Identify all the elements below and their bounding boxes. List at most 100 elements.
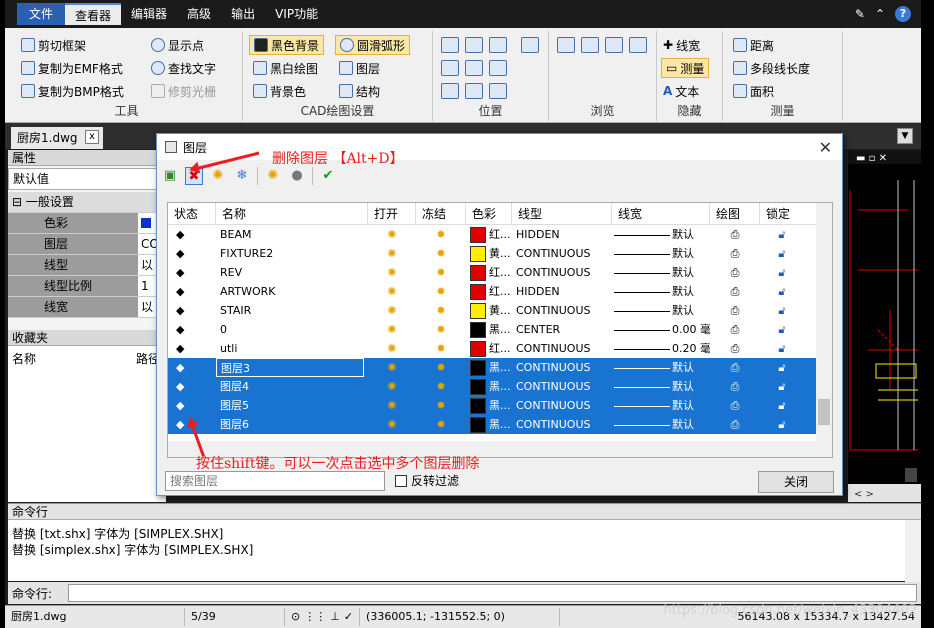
menu-vip[interactable]: VIP功能 [265, 3, 328, 25]
layer-row[interactable]: ◆0✺✹ 黑...CENTER 0.00 毫米⎙🔓︎ [168, 320, 832, 339]
printer-icon[interactable]: ⎙ [710, 225, 760, 244]
lamp-on-icon[interactable]: ✺ [368, 282, 416, 301]
pan-hand-icon[interactable] [521, 37, 539, 53]
layer-name[interactable]: BEAM [216, 225, 368, 244]
freeze-icon[interactable]: ❄ [233, 167, 251, 185]
menu-advanced[interactable]: 高级 [177, 3, 221, 25]
printer-icon[interactable]: ⎙ [710, 396, 760, 415]
sun-icon[interactable]: ✹ [416, 244, 466, 263]
linetype-cell[interactable]: CONTINUOUS [512, 358, 612, 377]
printer-icon[interactable]: ⎙ [710, 301, 760, 320]
col-on[interactable]: 打开 [368, 203, 416, 224]
linetype-cell[interactable]: CONTINUOUS [512, 263, 612, 282]
lineweight-cell[interactable]: 默认 [612, 358, 710, 377]
color-cell[interactable]: 黄... [466, 244, 512, 263]
drawing-canvas[interactable]: ▬ ▫ ✕ < > [848, 150, 921, 502]
checkbox-box[interactable] [395, 474, 407, 487]
col-plot[interactable]: 绘图 [710, 203, 760, 224]
polyline-length-button[interactable]: 多段线长度 [733, 58, 810, 78]
scroll-thumb[interactable] [818, 399, 830, 425]
lock-icon[interactable]: 🔓︎ [760, 415, 804, 434]
show-points-button[interactable]: 显示点 [151, 35, 204, 55]
lamp-on-icon[interactable]: ✺ [368, 225, 416, 244]
sun-icon[interactable]: ✹ [416, 301, 466, 320]
layer-name[interactable]: utli [216, 339, 368, 358]
menu-file[interactable]: 文件 [17, 3, 66, 25]
linetype-cell[interactable]: CONTINUOUS [512, 301, 612, 320]
status-icon[interactable]: ◆ [168, 396, 216, 415]
layer-name[interactable]: 图层4 [216, 377, 368, 396]
lineweight-cell[interactable]: 0.00 毫米 [612, 320, 710, 339]
linetype-cell[interactable]: HIDDEN [512, 225, 612, 244]
vertical-scrollbar[interactable] [816, 203, 832, 457]
pen-icon[interactable]: ✎ [855, 7, 865, 21]
bw-draw-button[interactable]: 黑白绘图 [253, 58, 318, 78]
sun-icon[interactable]: ✹ [416, 339, 466, 358]
lineweight-cell[interactable]: 默认 [612, 415, 710, 434]
layer-row[interactable]: ◆ 图层4 ✺ ✹ 黑... CONTINUOUS 默认 ⎙ 🔓︎ [168, 377, 832, 396]
menu-output[interactable]: 输出 [221, 3, 265, 25]
reverse-filter-checkbox[interactable]: 反转过滤 [395, 472, 459, 489]
layer-name[interactable]: ARTWORK [216, 282, 368, 301]
lamp-on-icon[interactable]: ✺ [368, 377, 416, 396]
linetype-cell[interactable]: CONTINUOUS [512, 377, 612, 396]
lineweight-cell[interactable]: 默认 [612, 225, 710, 244]
status-icon[interactable]: ◆ [168, 339, 216, 358]
layer-row[interactable]: ◆ FIXTURE2 ✺ ✹ 黄... CONTINUOUS 默认 ⎙ 🔓︎ [168, 244, 832, 263]
default-value-select[interactable]: 默认值 [8, 168, 166, 190]
sun-icon[interactable]: ✹ [416, 225, 466, 244]
printer-icon[interactable]: ⎙ [710, 320, 760, 339]
help-icon[interactable]: ? [895, 6, 911, 22]
layer-name[interactable]: 图层5 [216, 396, 368, 415]
lineweight-cell[interactable]: 默认 [612, 301, 710, 320]
status-icon[interactable]: ◆ [168, 301, 216, 320]
color-cell[interactable]: 黄... [466, 301, 512, 320]
layer-name[interactable]: 图层3 [216, 358, 364, 377]
lineweight-cell[interactable]: 0.20 毫米 [612, 339, 710, 358]
distance-button[interactable]: 距离 [733, 35, 774, 55]
layer-name[interactable]: 图层6 [216, 415, 368, 434]
lineweight-cell[interactable]: 默认 [612, 263, 710, 282]
trim-raster-button[interactable]: 修剪光栅 [151, 81, 216, 101]
layer-row[interactable]: ◆ 图层3 ✺ ✹ 黑... CONTINUOUS 默认 ⎙ 🔓︎ [168, 358, 832, 377]
col-lock[interactable]: 锁定 [760, 203, 804, 224]
all-on-icon[interactable]: ✺ [209, 167, 227, 185]
printer-icon[interactable]: ⎙ [710, 358, 760, 377]
color-cell[interactable]: 黑... [466, 396, 512, 415]
layer-row[interactable]: ◆ REV ✺ ✹ 红... CONTINUOUS 默认 ⎙ 🔓︎ [168, 263, 832, 282]
lock-icon[interactable]: 🔓︎ [760, 320, 804, 339]
linetype-cell[interactable]: CENTER [512, 320, 612, 339]
structure-button[interactable]: 结构 [339, 81, 380, 101]
lock-icon[interactable]: 🔓︎ [760, 377, 804, 396]
lock-icon[interactable]: 🔓︎ [760, 282, 804, 301]
linetype-cell[interactable]: CONTINUOUS [512, 244, 612, 263]
smooth-arc-button[interactable]: 圆滑弧形 [335, 35, 411, 55]
area-button[interactable]: 面积 [733, 81, 774, 101]
printer-icon[interactable]: ⎙ [710, 263, 760, 282]
status-icon[interactable]: ◆ [168, 320, 216, 339]
copy-page-icon[interactable] [629, 37, 647, 53]
line-width-button[interactable]: ✚ 线宽 [663, 35, 700, 55]
close-button[interactable]: 关闭 [758, 471, 834, 493]
lock-icon[interactable]: 🔓︎ [760, 339, 804, 358]
fit-icon[interactable] [465, 60, 483, 76]
find-text-button[interactable]: 查找文字 [151, 58, 216, 78]
color-cell[interactable]: 黑... [466, 415, 512, 434]
section-general[interactable]: ⊟ 一般设置 [8, 192, 166, 213]
layer-row[interactable]: ◆ 图层5 ✺ ✹ 黑... CONTINUOUS 默认 ⎙ 🔓︎ [168, 396, 832, 415]
linetype-cell[interactable]: HIDDEN [512, 282, 612, 301]
copy-emf-button[interactable]: 复制为EMF格式 [21, 58, 123, 78]
lamp-on-icon[interactable]: ✺ [368, 320, 416, 339]
layer-name[interactable]: FIXTURE2 [216, 244, 368, 263]
color-cell[interactable]: 红... [466, 339, 512, 358]
bulb-icon[interactable]: ● [288, 167, 306, 185]
lock-icon[interactable]: 🔓︎ [760, 301, 804, 320]
snap-icon[interactable]: ⊙ [291, 608, 300, 626]
layer-name[interactable]: STAIR [216, 301, 368, 320]
cut-frame-button[interactable]: 剪切框架 [21, 35, 86, 55]
lamp-on-icon[interactable]: ✺ [368, 301, 416, 320]
sun-icon[interactable]: ✹ [416, 282, 466, 301]
linetype-cell[interactable]: CONTINUOUS [512, 415, 612, 434]
color-cell[interactable]: 红... [466, 282, 512, 301]
printer-icon[interactable]: ⎙ [710, 244, 760, 263]
